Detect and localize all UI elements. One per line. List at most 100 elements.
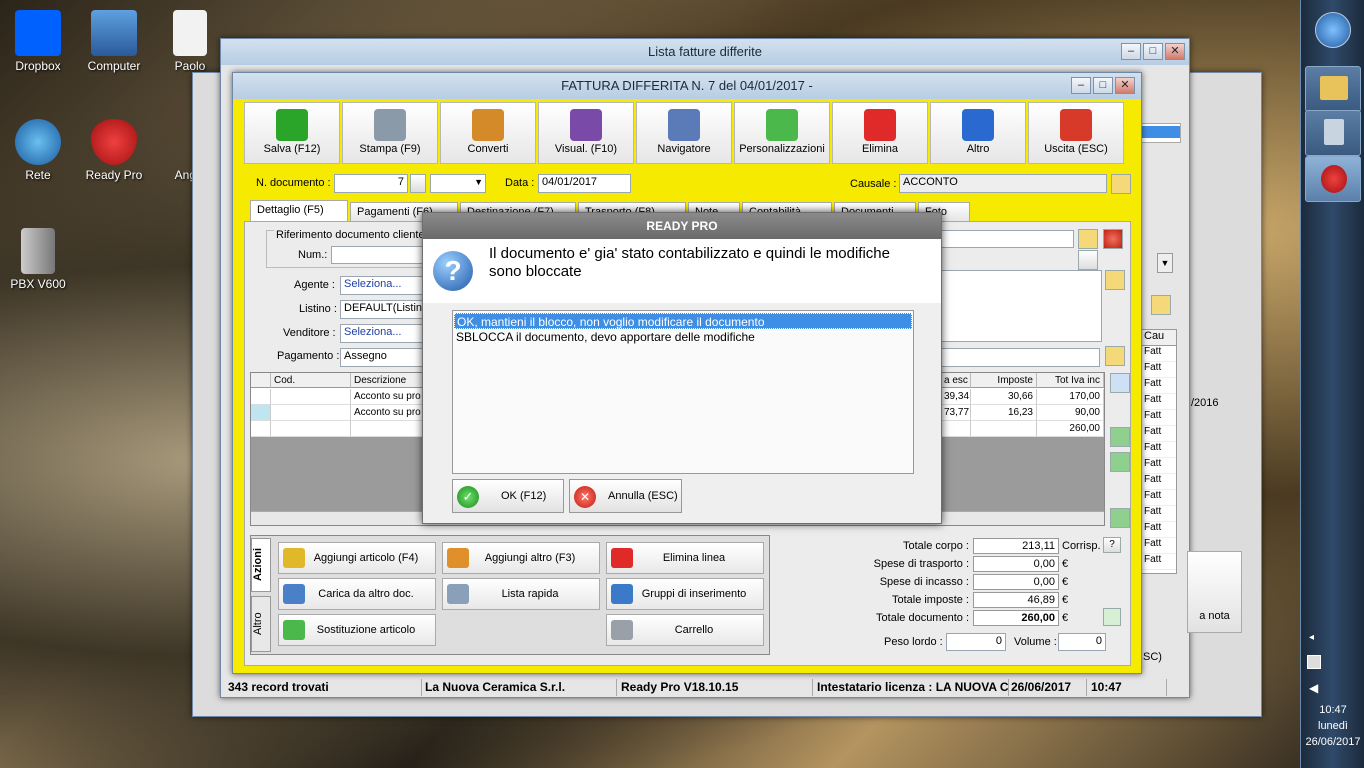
cau-row[interactable]: Fatt <box>1142 506 1176 522</box>
replace-article-button[interactable]: Sostituzione articolo <box>278 614 436 646</box>
cell-imponibile[interactable]: 73,77 <box>941 405 971 421</box>
arrow-down-icon[interactable] <box>1110 452 1130 472</box>
cell-cod[interactable] <box>271 405 351 421</box>
delete-line-button[interactable]: Elimina linea <box>606 542 764 574</box>
totale-corpo-field[interactable]: 213,11 <box>973 538 1059 554</box>
spese-trasporto-field[interactable]: 0,00 <box>973 556 1059 572</box>
insert-groups-button[interactable]: Gruppi di inserimento <box>606 578 764 610</box>
option-keep-lock[interactable]: OK, mantieni il blocco, non voglio modif… <box>454 313 912 329</box>
cell-cod[interactable] <box>271 389 351 405</box>
cau-row[interactable]: Fatt <box>1142 538 1176 554</box>
preview-button[interactable]: Visual. (F10) <box>538 102 634 164</box>
arrow-up-icon[interactable] <box>1110 427 1130 447</box>
cau-row[interactable]: Fatt <box>1142 362 1176 378</box>
cau-row[interactable]: Fatt <box>1142 458 1176 474</box>
cell-cod[interactable] <box>271 421 351 437</box>
sort-icon[interactable] <box>1110 373 1130 393</box>
cau-row[interactable]: Fatt <box>1142 410 1176 426</box>
desktop-icon-rete[interactable]: Rete <box>3 119 73 182</box>
load-from-doc-button[interactable]: Carica da altro doc. <box>278 578 436 610</box>
cau-row[interactable]: Fatt <box>1142 426 1176 442</box>
grid-header-cod[interactable]: Cod. <box>271 373 351 388</box>
refresh-icon[interactable] <box>1110 508 1130 528</box>
desktop-icon-paolo[interactable]: Paolo <box>155 10 225 73</box>
cell-imponibile[interactable]: 39,34 <box>941 389 971 405</box>
cell-imposte[interactable] <box>971 421 1037 437</box>
print-button[interactable]: Stampa (F9) <box>342 102 438 164</box>
desktop-icon-dropbox[interactable]: Dropbox <box>3 10 73 73</box>
num-field[interactable] <box>331 246 431 264</box>
cau-row[interactable]: Fatt <box>1142 346 1176 362</box>
desktop-icon-readypro[interactable]: Ready Pro <box>79 119 149 182</box>
save-button[interactable]: Salva (F12) <box>244 102 340 164</box>
customer-field[interactable] <box>940 230 1074 248</box>
options-list[interactable]: OK, mantieni il blocco, non voglio modif… <box>452 310 914 474</box>
address-book-icon[interactable] <box>1078 250 1098 270</box>
cell-tot-iva[interactable]: 170,00 <box>1037 389 1104 405</box>
causale-field[interactable]: ACCONTO <box>899 174 1107 193</box>
side-tab-altro[interactable]: Altro <box>251 596 271 652</box>
close-button[interactable]: ✕ <box>1115 77 1135 94</box>
data-field[interactable]: 04/01/2017 <box>538 174 631 193</box>
more-button[interactable]: Altro <box>930 102 1026 164</box>
navigator-button[interactable]: Navigatore <box>636 102 732 164</box>
tab-dettaglio[interactable]: Dettaglio (F5) <box>250 200 348 222</box>
quick-list-button[interactable]: Lista rapida <box>442 578 600 610</box>
taskbar-explorer-button[interactable] <box>1305 66 1361 112</box>
help-button[interactable]: ? <box>1103 537 1121 553</box>
desktop-icon-pbx[interactable]: PBX V600 <box>3 228 73 291</box>
folder-icon[interactable] <box>1105 270 1125 290</box>
folder-icon[interactable] <box>1111 174 1131 194</box>
peso-field[interactable]: 0 <box>946 633 1006 651</box>
cell-imposte[interactable]: 30,66 <box>971 389 1037 405</box>
desktop-icon-computer[interactable]: Computer <box>79 10 149 73</box>
cell-imponibile[interactable] <box>941 421 971 437</box>
cell-imposte[interactable]: 16,23 <box>971 405 1037 421</box>
cau-row[interactable]: Fatt <box>1142 522 1176 538</box>
cau-row[interactable]: Fatt <box>1142 490 1176 506</box>
grid-header-imposte[interactable]: Imposte <box>971 373 1037 388</box>
cart-button[interactable]: Carrello <box>606 614 764 646</box>
ok-button[interactable]: ✓ OK (F12) <box>452 479 564 513</box>
row-selector[interactable] <box>251 421 271 437</box>
calculate-icon[interactable] <box>1103 608 1121 626</box>
nota-button[interactable]: a nota <box>1187 551 1242 633</box>
cell-tot-iva[interactable]: 90,00 <box>1037 405 1104 421</box>
cau-row[interactable]: Fatt <box>1142 442 1176 458</box>
cancel-button[interactable]: ✕ Annulla (ESC) <box>569 479 682 513</box>
spese-incasso-field[interactable]: 0,00 <box>973 574 1059 590</box>
customizations-button[interactable]: Personalizzazioni <box>734 102 830 164</box>
minimize-button[interactable]: – <box>1121 43 1141 60</box>
volume-icon[interactable]: ◀ <box>1309 681 1318 695</box>
folder-icon[interactable] <box>1151 295 1171 315</box>
minimize-button[interactable]: – <box>1071 77 1091 94</box>
add-other-button[interactable]: Aggiungi altro (F3) <box>442 542 600 574</box>
side-tab-azioni[interactable]: Azioni <box>251 538 271 592</box>
maximize-button[interactable]: □ <box>1143 43 1163 60</box>
network-status-icon[interactable] <box>1307 655 1321 669</box>
grid-header-imponibile[interactable]: a esc <box>941 373 971 388</box>
dropdown-arrow-icon[interactable]: ▼ <box>1157 253 1173 273</box>
row-selector[interactable] <box>251 405 271 421</box>
folder-icon[interactable] <box>1078 229 1098 249</box>
option-unlock[interactable]: SBLOCCA il documento, devo apportare del… <box>454 329 912 345</box>
listino-field[interactable]: DEFAULT(Listino <box>340 300 430 319</box>
clock-time[interactable]: 10:47 <box>1301 704 1364 716</box>
delete-button[interactable]: Elimina <box>832 102 928 164</box>
close-button[interactable]: ✕ <box>1165 43 1185 60</box>
taskbar-calculator-button[interactable] <box>1305 110 1361 156</box>
volume-field[interactable]: 0 <box>1058 633 1106 651</box>
series-button[interactable] <box>410 174 426 193</box>
totale-imposte-field[interactable]: 46,89 <box>973 592 1059 608</box>
maximize-button[interactable]: □ <box>1093 77 1113 94</box>
add-article-button[interactable]: Aggiungi articolo (F4) <box>278 542 436 574</box>
row-selector[interactable] <box>251 389 271 405</box>
cell-tot-iva[interactable]: 260,00 <box>1037 421 1104 437</box>
chevron-left-icon[interactable]: ◂ <box>1309 632 1314 643</box>
taskbar-readypro-button[interactable] <box>1305 156 1361 202</box>
cau-row[interactable]: Fatt <box>1142 554 1176 570</box>
start-button[interactable] <box>1315 12 1351 48</box>
folder-icon[interactable] <box>1105 346 1125 366</box>
series-dropdown[interactable]: ▼ <box>430 174 486 193</box>
convert-button[interactable]: Converti <box>440 102 536 164</box>
